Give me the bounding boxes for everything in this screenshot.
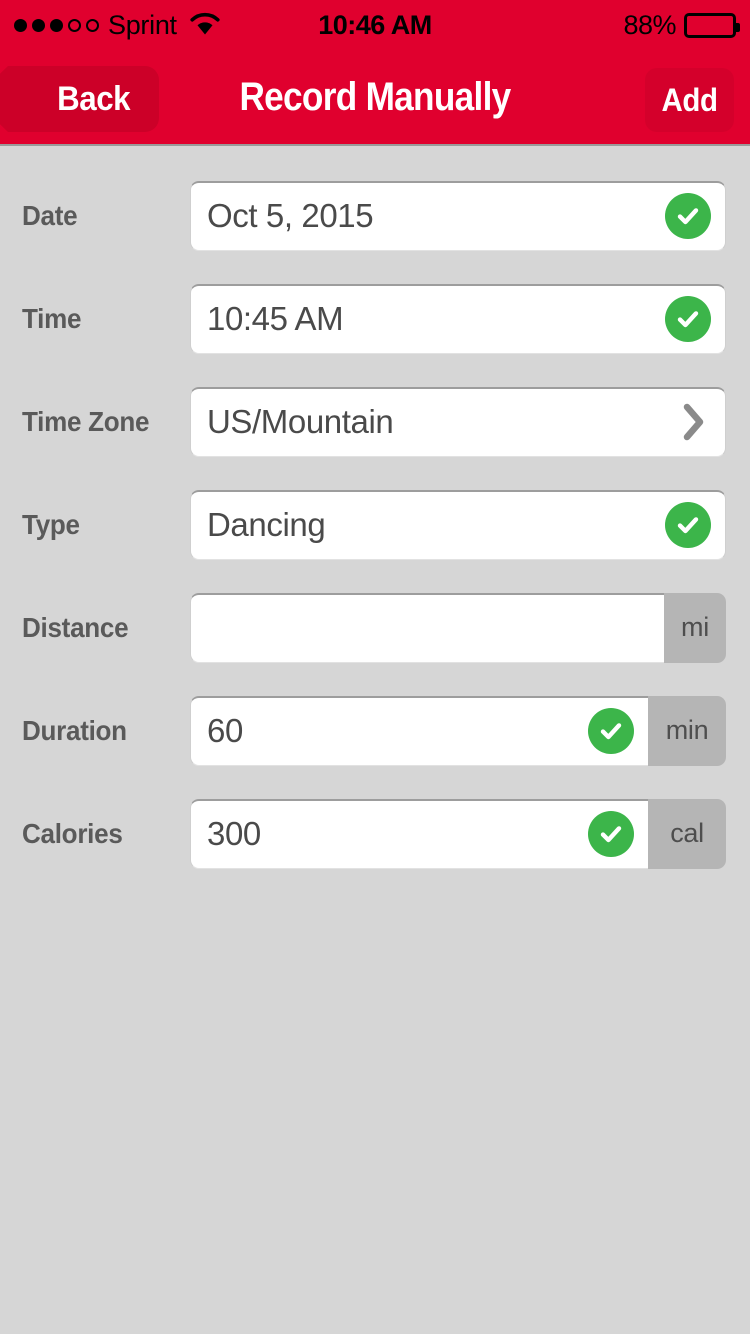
field-label-time-zone: Time Zone — [22, 405, 150, 437]
check-circle-icon — [588, 708, 634, 754]
battery-icon — [684, 12, 740, 38]
record-manually-form: Date Oct 5, 2015 Time 10:45 AM Time Zone US/M… — [0, 146, 750, 885]
unit-label-duration: min — [648, 695, 726, 766]
field-label-type: Type — [22, 508, 80, 540]
unit-label-calories: cal — [648, 798, 726, 869]
check-circle-icon — [665, 296, 711, 342]
status-bar: Sprint 10:46 AM 88% — [0, 0, 750, 50]
signal-dot — [86, 18, 99, 32]
form-row-time-zone: Time Zone US/Mountain — [0, 370, 750, 473]
check-circle-icon — [665, 193, 711, 239]
signal-dot — [32, 18, 45, 32]
field-wrapper-time-zone: US/Mountain — [190, 386, 726, 457]
field-label-calories: Calories — [22, 817, 123, 849]
field-label-date: Date — [22, 199, 78, 231]
form-row-type: Type Dancing — [0, 473, 750, 576]
input-duration[interactable]: 60 — [190, 695, 648, 766]
form-row-duration: Duration 60 min — [0, 679, 750, 782]
check-circle-icon — [588, 811, 634, 857]
form-row-calories: Calories 300 cal — [0, 782, 750, 885]
navigation-bar: Back Record Manually Add — [0, 50, 750, 146]
check-circle-icon — [665, 502, 711, 548]
chevron-right-icon — [681, 402, 711, 442]
back-button-label: Back — [56, 79, 130, 118]
input-value-calories: 300 — [207, 815, 261, 852]
signal-dot — [14, 18, 27, 32]
field-wrapper-calories: 300 cal — [190, 798, 726, 869]
field-label-time: Time — [22, 302, 82, 334]
field-wrapper-type: Dancing — [190, 489, 726, 560]
add-button[interactable]: Add — [644, 68, 734, 132]
signal-strength-icon — [14, 18, 99, 32]
status-bar-left: Sprint — [14, 10, 222, 41]
field-wrapper-time: 10:45 AM — [190, 283, 726, 354]
form-row-distance: Distance mi — [0, 576, 750, 679]
field-wrapper-distance: mi — [190, 592, 726, 663]
signal-dot — [50, 18, 63, 32]
form-row-time: Time 10:45 AM — [0, 267, 750, 370]
carrier-label: Sprint — [108, 9, 177, 40]
back-button[interactable]: Back — [0, 66, 159, 132]
battery-percentage-label: 88% — [623, 9, 676, 40]
input-time-zone[interactable]: US/Mountain — [190, 386, 726, 457]
status-bar-right: 88% — [623, 9, 740, 41]
unit-label-distance: mi — [664, 592, 726, 663]
field-label-duration: Duration — [22, 714, 127, 746]
form-row-date: Date Oct 5, 2015 — [0, 164, 750, 267]
signal-dot — [68, 18, 81, 32]
input-value-duration: 60 — [207, 712, 243, 749]
input-value-type: Dancing — [207, 506, 326, 543]
input-value-date: Oct 5, 2015 — [207, 197, 374, 234]
field-wrapper-date: Oct 5, 2015 — [190, 180, 726, 251]
field-label-distance: Distance — [22, 611, 129, 643]
add-button-label: Add — [661, 81, 718, 118]
input-value-time-zone: US/Mountain — [207, 403, 394, 440]
field-wrapper-duration: 60 min — [190, 695, 726, 766]
input-date[interactable]: Oct 5, 2015 — [190, 180, 726, 251]
input-value-time: 10:45 AM — [207, 300, 344, 337]
input-distance[interactable] — [190, 592, 664, 663]
input-calories[interactable]: 300 — [190, 798, 648, 869]
wifi-icon — [188, 10, 222, 41]
input-time[interactable]: 10:45 AM — [190, 283, 726, 354]
input-type[interactable]: Dancing — [190, 489, 726, 560]
